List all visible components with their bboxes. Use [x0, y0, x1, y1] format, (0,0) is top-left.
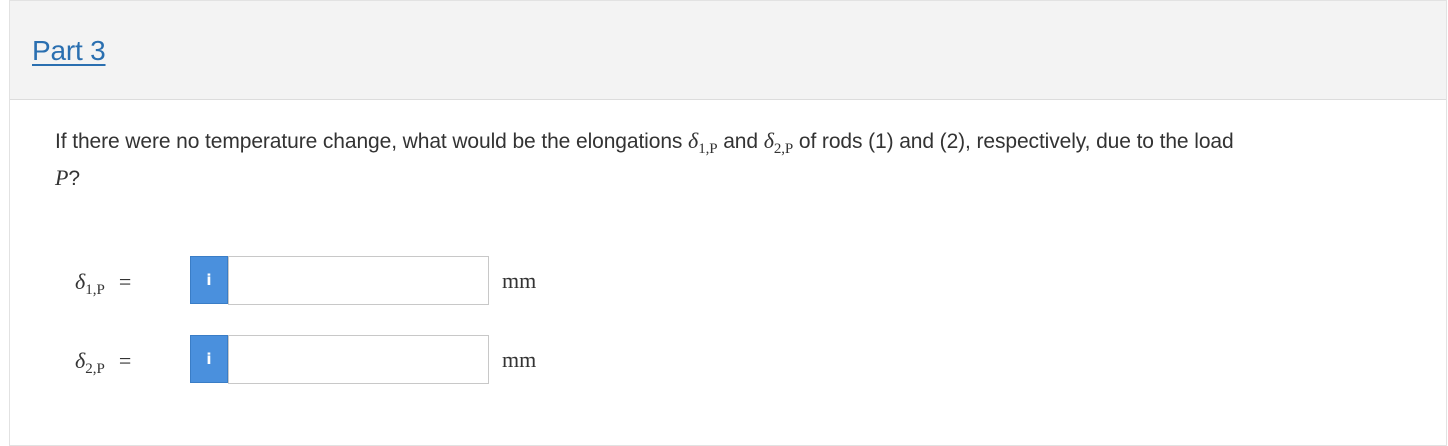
part-title-link[interactable]: Part 3 — [32, 35, 106, 67]
answer-row-delta-1p: δ1,P = i mm — [65, 256, 765, 306]
question-text-after: of rods (1) and (2), respectively, due t… — [793, 130, 1234, 153]
question-end: ? — [68, 167, 80, 190]
answer-label-delta-2p: δ2,P = — [75, 348, 132, 377]
unit-label: mm — [502, 347, 537, 372]
info-button[interactable]: i — [190, 335, 228, 383]
question-text: If there were no temperature change, wha… — [55, 123, 1425, 197]
answer-row-delta-2p: δ2,P = i mm — [65, 335, 765, 385]
delta-1p-symbol: δ1,P — [688, 128, 718, 157]
answer-label-delta-1p: δ1,P = — [75, 269, 132, 298]
delta-2p-symbol: δ2,P — [763, 128, 794, 157]
delta-1p-input[interactable] — [228, 256, 489, 305]
delta-2p-input[interactable] — [228, 335, 489, 384]
question-text-mid: and — [717, 130, 764, 153]
question-card: Part 3 If there were no temperature chan… — [9, 0, 1447, 446]
info-button[interactable]: i — [190, 256, 228, 304]
card-header: Part 3 — [10, 1, 1446, 100]
info-icon: i — [206, 350, 212, 368]
question-text-before: If there were no temperature change, wha… — [55, 130, 689, 153]
load-symbol: P — [55, 165, 69, 190]
unit-label: mm — [502, 268, 537, 293]
info-icon: i — [206, 271, 212, 289]
